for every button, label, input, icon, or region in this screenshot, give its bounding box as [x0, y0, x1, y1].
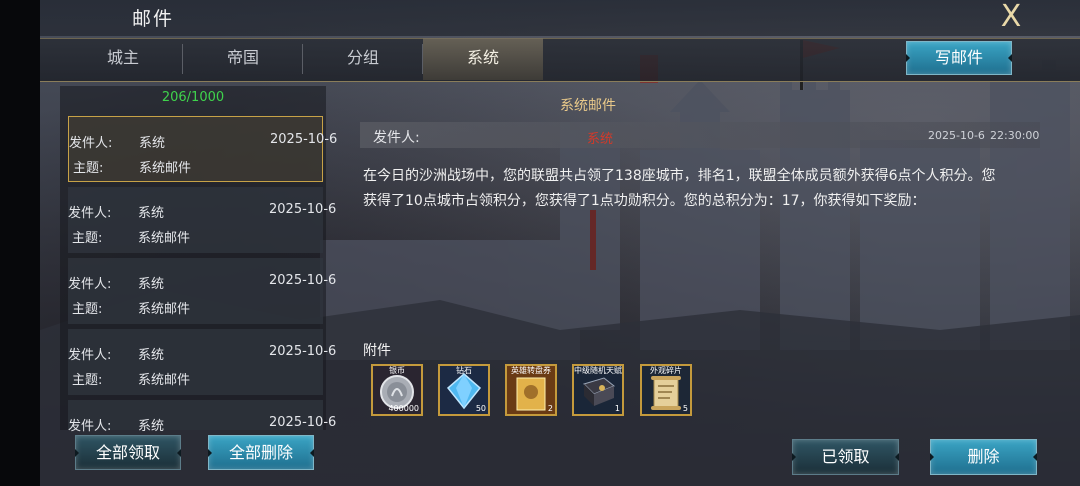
attachment-count: 5	[682, 404, 688, 413]
sender-label: 发件人:	[68, 277, 112, 292]
mail-count: 206/1000	[161, 90, 225, 105]
mail-date: 2025-10-6	[269, 202, 337, 217]
mail-list-item[interactable]: 发件人: 系统 2025-10-6 主题: 系统邮件	[68, 116, 337, 182]
tab-label: 系统	[466, 48, 499, 67]
attachment-diamond[interactable]: 钻石 50	[438, 364, 490, 416]
delete-all-button[interactable]: 全部删除	[208, 435, 314, 470]
mail-body-line: 获得了10点城市占领积分，您获得了1点功勋积分。您的总积分为：17，你获得如下奖…	[363, 193, 926, 209]
attachment-talent-book[interactable]: 中级随机天赋 1	[572, 364, 624, 416]
attachments-label: 附件	[363, 343, 391, 359]
subject-label: 主题:	[72, 231, 103, 246]
claimed-button[interactable]: 已领取	[792, 439, 899, 475]
tab-label: 分组	[346, 48, 379, 67]
subject-label: 主题:	[72, 373, 103, 388]
detail-date: 2025-10-6	[928, 129, 985, 142]
sender-name: 系统	[138, 348, 165, 363]
subject-label: 主题:	[72, 302, 103, 317]
subject-text: 系统邮件	[139, 161, 192, 176]
collect-all-button[interactable]: 全部领取	[75, 435, 181, 470]
mail-list-item[interactable]: 发件人: 系统 2025-10-6	[68, 400, 336, 434]
mail-body: 在今日的沙洲战场中，您的联盟共占领了138座城市，排名1，联盟全体成员额外获得6…	[363, 164, 1043, 214]
sender-name: 系统	[138, 277, 165, 292]
sender-label: 发件人:	[69, 136, 113, 151]
sender-name: 系统	[138, 419, 165, 434]
mail-date: 2025-10-6	[269, 415, 337, 430]
attachment-name: 英雄转盘券	[511, 366, 551, 375]
attachment-name: 外观碎片	[650, 366, 682, 375]
mail-list-item[interactable]: 发件人: 系统 2025-10-6 主题: 系统邮件	[68, 187, 336, 253]
sender-label: 发件人:	[68, 348, 112, 363]
attachment-name: 银币	[389, 366, 405, 375]
mail-body-line: 在今日的沙洲战场中，您的联盟共占领了138座城市，排名1，联盟全体成员额外获得6…	[363, 168, 996, 184]
attachment-hero-ticket[interactable]: 英雄转盘券 2	[505, 364, 557, 416]
sender-name: 系统	[139, 136, 166, 151]
detail-sender-label: 发件人:	[373, 130, 420, 146]
mail-list-item[interactable]: 发件人: 系统 2025-10-6 主题: 系统邮件	[68, 258, 336, 324]
tab-empire[interactable]: 帝国	[183, 38, 303, 80]
attachment-name: 钻石	[456, 366, 472, 375]
detail-sender-name: 系统	[587, 132, 614, 147]
attachment-scroll-map[interactable]: 外观碎片 5	[640, 364, 692, 416]
tab-lord[interactable]: 城主	[63, 38, 183, 80]
attachment-count: 50	[475, 404, 486, 413]
mail-date: 2025-10-6	[270, 132, 338, 147]
subject-text: 系统邮件	[138, 231, 191, 246]
sender-name: 系统	[138, 206, 165, 221]
tab-label: 帝国	[226, 48, 259, 67]
attachment-count: 2	[547, 404, 553, 413]
window-title: 邮件	[132, 8, 175, 30]
tab-label: 城主	[106, 48, 139, 67]
delete-mail-button[interactable]: 删除	[930, 439, 1037, 475]
attachment-name: 中级随机天赋	[574, 366, 622, 375]
mail-date: 2025-10-6	[269, 273, 337, 288]
subject-label: 主题:	[73, 161, 104, 176]
attachment-count: 1	[614, 404, 620, 413]
subject-text: 系统邮件	[138, 373, 191, 388]
attachment-count: 400000	[388, 404, 419, 413]
compose-mail-button[interactable]: 写邮件	[906, 41, 1012, 75]
mail-list-item[interactable]: 发件人: 系统 2025-10-6 主题: 系统邮件	[68, 329, 336, 395]
mail-date: 2025-10-6	[269, 344, 337, 359]
detail-time: 22:30:00	[990, 129, 1040, 142]
sender-label: 发件人:	[68, 206, 112, 221]
title-bar	[40, 0, 1080, 36]
mail-detail-title: 系统邮件	[560, 98, 616, 114]
sender-label: 发件人:	[68, 419, 112, 434]
screen-edge	[0, 0, 40, 486]
tab-group[interactable]: 分组	[303, 38, 423, 80]
attachment-silver-coin[interactable]: 银币 400000	[371, 364, 423, 416]
tab-system[interactable]: 系统	[423, 38, 543, 80]
close-icon[interactable]: X	[994, 2, 1028, 32]
subject-text: 系统邮件	[138, 302, 191, 317]
